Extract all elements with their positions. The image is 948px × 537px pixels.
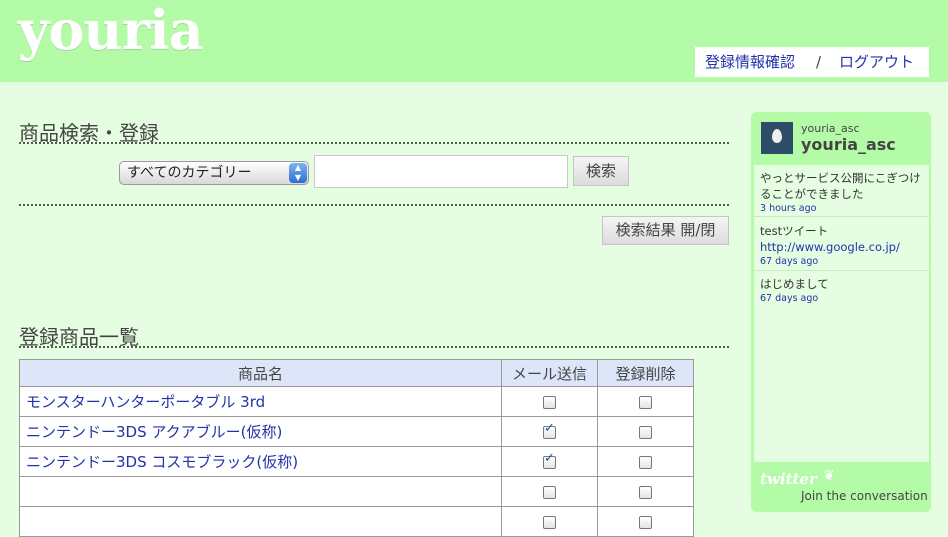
tweet-item: やっとサービス公開にこぎつけることができました 3 hours ago bbox=[760, 170, 922, 216]
tweet-time[interactable]: 67 days ago bbox=[760, 292, 922, 306]
twitter-logo[interactable]: twitter bbox=[760, 470, 817, 488]
mail-send-checkbox[interactable]: ✓ bbox=[543, 451, 556, 469]
tweet-divider bbox=[754, 270, 929, 271]
tweet-text: testツイート bbox=[760, 224, 829, 238]
search-button[interactable]: 検索 bbox=[573, 156, 629, 186]
delete-cell bbox=[597, 476, 694, 507]
column-header-delete: 登録削除 bbox=[597, 359, 694, 387]
tweet-time[interactable]: 67 days ago bbox=[760, 255, 922, 269]
delete-cell bbox=[597, 446, 694, 477]
title-divider bbox=[19, 142, 729, 144]
delete-checkbox[interactable] bbox=[639, 425, 652, 439]
profile-link[interactable]: 登録情報確認 bbox=[705, 47, 795, 77]
column-header-mail: メール送信 bbox=[501, 359, 598, 387]
search-input[interactable] bbox=[314, 155, 568, 188]
tweet-item: はじめまして 67 days ago bbox=[760, 276, 922, 306]
category-select-value: すべてのカテゴリー bbox=[127, 165, 252, 181]
twitter-handle-small[interactable]: youria_asc bbox=[801, 122, 860, 135]
mail-send-checkbox[interactable]: ✓ bbox=[543, 421, 556, 439]
twitter-widget: youria_asc youria_asc やっとサービス公開にこぎつけることが… bbox=[751, 112, 931, 512]
tweet-list: やっとサービス公開にこぎつけることができました 3 hours ago test… bbox=[754, 165, 929, 462]
mail-send-cell bbox=[501, 476, 598, 507]
table-row bbox=[19, 476, 694, 507]
table-header-row: 商品名 メール送信 登録削除 bbox=[19, 359, 694, 387]
checkmark-icon: ✓ bbox=[544, 450, 555, 466]
delete-checkbox[interactable] bbox=[639, 485, 652, 499]
select-arrows-icon: ▲ ▼ bbox=[289, 163, 307, 183]
tweet-item: testツイート http://www.google.co.jp/ 67 day… bbox=[760, 223, 922, 269]
delete-cell bbox=[597, 506, 694, 537]
mail-send-cell: ✓ bbox=[501, 446, 598, 477]
nav-separator: / bbox=[816, 53, 822, 71]
twitter-handle[interactable]: youria_asc bbox=[801, 135, 896, 154]
mail-send-checkbox[interactable] bbox=[543, 485, 556, 499]
egg-icon bbox=[772, 129, 782, 143]
user-nav: 登録情報確認 / ログアウト bbox=[695, 47, 929, 77]
header: youria 登録情報確認 / ログアウト bbox=[0, 0, 948, 82]
tweet-time[interactable]: 3 hours ago bbox=[760, 202, 922, 216]
mail-send-cell bbox=[501, 506, 598, 537]
mail-send-checkbox[interactable] bbox=[543, 515, 556, 529]
table-row: ニンテンドー3DS コスモブラック(仮称) ✓ bbox=[19, 446, 694, 477]
tweet-text: やっとサービス公開にこぎつけることができました bbox=[760, 171, 921, 201]
table-row: ニンテンドー3DS アクアブルー(仮称) ✓ bbox=[19, 416, 694, 447]
tweet-divider bbox=[754, 216, 929, 217]
table-row bbox=[19, 506, 694, 537]
toggle-results-button[interactable]: 検索結果 開/閉 bbox=[602, 216, 729, 245]
delete-checkbox[interactable] bbox=[639, 515, 652, 529]
mail-send-cell: ✓ bbox=[501, 416, 598, 447]
delete-cell bbox=[597, 416, 694, 447]
column-header-name: 商品名 bbox=[19, 359, 502, 387]
item-name-link[interactable]: ニンテンドー3DS コスモブラック(仮称) bbox=[19, 446, 502, 477]
join-conversation-link[interactable]: Join the conversation bbox=[801, 489, 928, 503]
bird-icon: ❦ bbox=[823, 468, 835, 484]
site-logo[interactable]: youria bbox=[18, 0, 204, 62]
avatar[interactable] bbox=[761, 122, 793, 154]
registered-items-table: 商品名 メール送信 登録削除 モンスターハンターポータブル 3rd ニンテンドー3… bbox=[19, 359, 694, 537]
search-divider bbox=[19, 204, 729, 206]
item-name-link[interactable]: ニンテンドー3DS アクアブルー(仮称) bbox=[19, 416, 502, 447]
delete-checkbox[interactable] bbox=[639, 455, 652, 469]
delete-cell bbox=[597, 386, 694, 417]
table-row: モンスターハンターポータブル 3rd bbox=[19, 386, 694, 417]
tweet-text: はじめまして bbox=[760, 277, 829, 291]
delete-checkbox[interactable] bbox=[639, 395, 652, 409]
item-name-link[interactable] bbox=[19, 476, 502, 507]
item-name-link[interactable] bbox=[19, 506, 502, 537]
category-select[interactable]: すべてのカテゴリー ▲ ▼ bbox=[119, 161, 309, 185]
checkmark-icon: ✓ bbox=[544, 420, 555, 436]
tweet-link[interactable]: http://www.google.co.jp/ bbox=[760, 240, 900, 254]
mail-send-checkbox[interactable] bbox=[543, 395, 556, 409]
items-title-divider bbox=[19, 346, 729, 348]
logout-link[interactable]: ログアウト bbox=[839, 47, 914, 77]
mail-send-cell bbox=[501, 386, 598, 417]
item-name-link[interactable]: モンスターハンターポータブル 3rd bbox=[19, 386, 502, 417]
